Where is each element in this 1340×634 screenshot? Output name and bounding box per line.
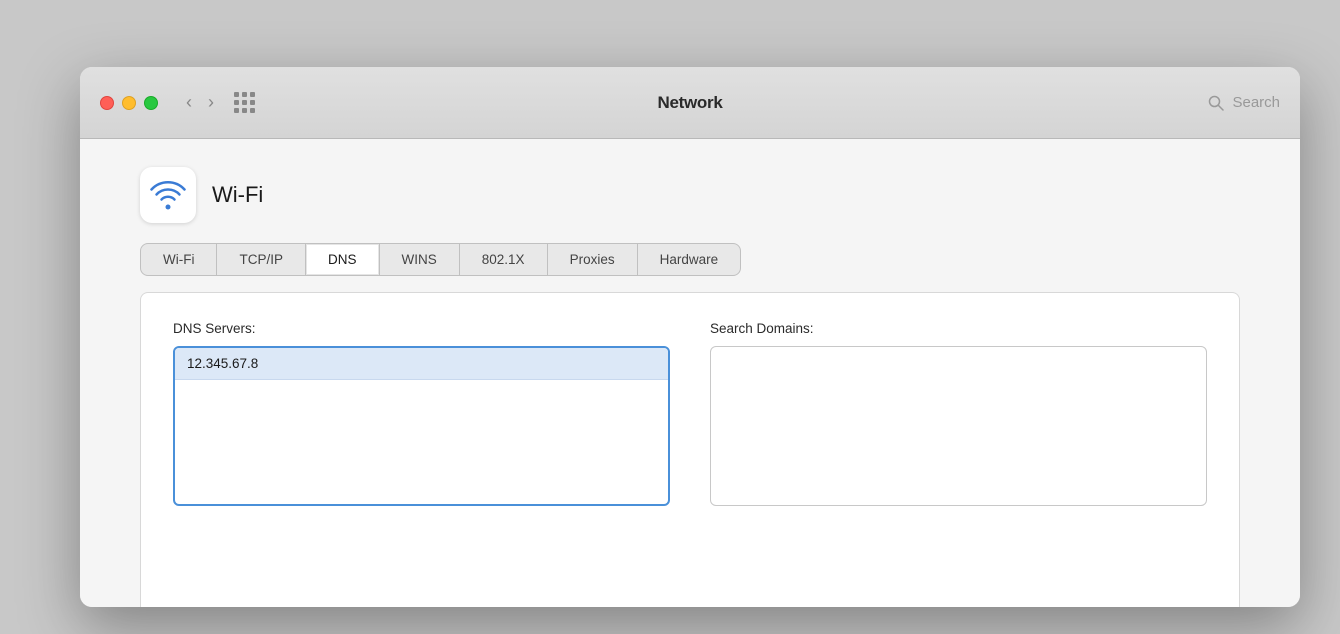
grid-dot [242, 108, 247, 113]
traffic-lights [100, 96, 158, 110]
dns-list-box[interactable]: 12.345.67.8 [173, 346, 670, 506]
wifi-header: Wi-Fi [80, 139, 1300, 243]
search-domains-box[interactable] [710, 346, 1207, 506]
back-button[interactable]: ‹ [186, 92, 192, 113]
tab-hardware[interactable]: Hardware [638, 244, 741, 275]
dns-servers-label: DNS Servers: [173, 321, 670, 336]
grid-dot [234, 108, 239, 113]
tab-8021x[interactable]: 802.1X [460, 244, 548, 275]
search-area[interactable]: Search [1208, 94, 1280, 111]
search-label: Search [1232, 94, 1280, 111]
tab-wins[interactable]: WINS [380, 244, 460, 275]
tab-bar: Wi-Fi TCP/IP DNS WINS 802.1X Proxies Har… [80, 243, 1300, 276]
grid-dot [242, 100, 247, 105]
titlebar: ‹ › Network Search [80, 67, 1300, 139]
search-domains-label: Search Domains: [710, 321, 1207, 336]
grid-dot [234, 100, 239, 105]
system-preferences-window: ‹ › Network Search [80, 67, 1300, 607]
grid-dot [242, 92, 247, 97]
wifi-label: Wi-Fi [212, 182, 263, 208]
grid-dot [234, 92, 239, 97]
grid-button[interactable] [234, 92, 255, 113]
maximize-button[interactable] [144, 96, 158, 110]
tab-tcpip[interactable]: TCP/IP [217, 244, 306, 275]
search-icon [1208, 95, 1224, 111]
close-button[interactable] [100, 96, 114, 110]
tab-dns[interactable]: DNS [306, 244, 380, 275]
grid-dot [250, 92, 255, 97]
tab-wifi[interactable]: Wi-Fi [141, 244, 217, 275]
grid-dot [250, 100, 255, 105]
main-panel: DNS Servers: 12.345.67.8 Search Domains: [140, 292, 1240, 607]
tab-proxies[interactable]: Proxies [548, 244, 638, 275]
tab-bar-inner: Wi-Fi TCP/IP DNS WINS 802.1X Proxies Har… [140, 243, 741, 276]
grid-dot [250, 108, 255, 113]
minimize-button[interactable] [122, 96, 136, 110]
dns-servers-section: DNS Servers: 12.345.67.8 [173, 321, 670, 579]
nav-buttons: ‹ › [186, 92, 214, 113]
search-domains-section: Search Domains: [710, 321, 1207, 579]
content-area: Wi-Fi Wi-Fi TCP/IP DNS WINS 802.1X Proxi… [80, 139, 1300, 607]
forward-button[interactable]: › [208, 92, 214, 113]
dns-entry[interactable]: 12.345.67.8 [175, 348, 668, 380]
page-title: Network [658, 93, 723, 113]
wifi-icon [150, 177, 186, 213]
wifi-icon-box [140, 167, 196, 223]
